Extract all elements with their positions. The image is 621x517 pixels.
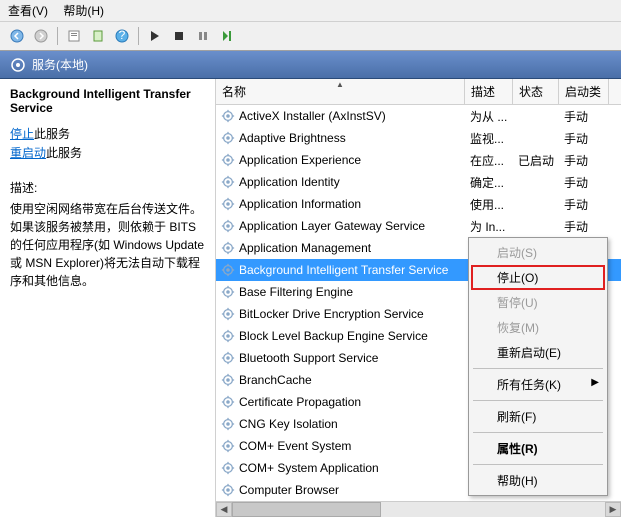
cell-name: Application Layer Gateway Service bbox=[216, 219, 465, 233]
header-bar: 服务(本地) bbox=[0, 51, 621, 79]
cell-name: Bluetooth Support Service bbox=[216, 351, 465, 365]
export-button[interactable] bbox=[87, 25, 109, 47]
service-row[interactable]: Application Layer Gateway Service为 In...… bbox=[216, 215, 621, 237]
stop-svc-button[interactable] bbox=[168, 25, 190, 47]
ctx-sep bbox=[473, 432, 603, 433]
ctx-sep bbox=[473, 368, 603, 369]
restart-svc-button[interactable] bbox=[216, 25, 238, 47]
cell-desc: 在应... bbox=[465, 152, 513, 169]
cell-startup: 手动 bbox=[559, 130, 609, 147]
menu-help[interactable]: 帮助(H) bbox=[63, 4, 104, 18]
ctx-sep bbox=[473, 464, 603, 465]
cell-name: COM+ System Application bbox=[216, 461, 465, 475]
back-button[interactable] bbox=[6, 25, 28, 47]
ctx-sep bbox=[473, 400, 603, 401]
ctx-restart[interactable]: 重新启动(E) bbox=[471, 340, 605, 365]
col-name[interactable]: 名称 bbox=[216, 79, 465, 104]
col-desc[interactable]: 描述 bbox=[465, 79, 513, 104]
header-title: 服务(本地) bbox=[32, 56, 88, 73]
pause-svc-button[interactable] bbox=[192, 25, 214, 47]
cell-startup: 手动 bbox=[559, 152, 609, 169]
cell-name: Base Filtering Engine bbox=[216, 285, 465, 299]
menu-view[interactable]: 查看(V) bbox=[8, 4, 48, 18]
cell-name: COM+ Event System bbox=[216, 439, 465, 453]
cell-name: Application Experience bbox=[216, 153, 465, 167]
column-headers: 名称 描述 状态 启动类 bbox=[216, 79, 621, 105]
cell-name: ActiveX Installer (AxInstSV) bbox=[216, 109, 465, 123]
separator bbox=[57, 27, 58, 45]
ctx-stop[interactable]: 停止(O) bbox=[471, 265, 605, 290]
forward-button[interactable] bbox=[30, 25, 52, 47]
restart-link[interactable]: 重启动 bbox=[10, 146, 46, 160]
cell-startup: 手动 bbox=[559, 174, 609, 191]
cell-name: Application Information bbox=[216, 197, 465, 211]
content-area: Background Intelligent Transfer Service … bbox=[0, 79, 621, 517]
service-title: Background Intelligent Transfer Service bbox=[10, 87, 205, 115]
desc-label: 描述: bbox=[10, 179, 205, 196]
scroll-left[interactable]: ◀ bbox=[216, 502, 232, 517]
cell-name: Certificate Propagation bbox=[216, 395, 465, 409]
cell-desc: 使用... bbox=[465, 196, 513, 213]
cell-desc: 监视... bbox=[465, 130, 513, 147]
cell-name: Computer Browser bbox=[216, 483, 465, 497]
submenu-arrow-icon: ▶ bbox=[591, 377, 599, 388]
ctx-help[interactable]: 帮助(H) bbox=[471, 468, 605, 493]
list-pane: 名称 描述 状态 启动类 ActiveX Installer (AxInstSV… bbox=[216, 79, 621, 517]
cell-desc: 为从 ... bbox=[465, 108, 513, 125]
stop-action: 停止此服务 bbox=[10, 125, 205, 142]
h-scrollbar[interactable]: ◀ ▶ bbox=[216, 501, 621, 517]
cell-name: CNG Key Isolation bbox=[216, 417, 465, 431]
context-menu: 启动(S) 停止(O) 暂停(U) 恢复(M) 重新启动(E) 所有任务(K)▶… bbox=[468, 237, 608, 496]
col-status[interactable]: 状态 bbox=[513, 79, 559, 104]
props-button[interactable] bbox=[63, 25, 85, 47]
cell-name: BitLocker Drive Encryption Service bbox=[216, 307, 465, 321]
cell-name: Block Level Backup Engine Service bbox=[216, 329, 465, 343]
cell-name: Background Intelligent Transfer Service bbox=[216, 263, 465, 277]
service-row[interactable]: Adaptive Brightness监视... 手动 bbox=[216, 127, 621, 149]
service-row[interactable]: Application Experience在应...已启动手动 bbox=[216, 149, 621, 171]
cell-desc: 为 In... bbox=[465, 218, 513, 235]
cell-desc: 确定... bbox=[465, 174, 513, 191]
stop-link[interactable]: 停止 bbox=[10, 127, 34, 141]
service-row[interactable]: Application Identity确定... 手动 bbox=[216, 171, 621, 193]
cell-status: 已启动 bbox=[513, 152, 559, 169]
scroll-thumb[interactable] bbox=[232, 502, 381, 517]
scroll-right[interactable]: ▶ bbox=[605, 502, 621, 517]
restart-action: 重启动此服务 bbox=[10, 144, 205, 161]
cell-startup: 手动 bbox=[559, 108, 609, 125]
start-svc-button[interactable] bbox=[144, 25, 166, 47]
separator bbox=[138, 27, 139, 45]
col-startup[interactable]: 启动类 bbox=[559, 79, 609, 104]
ctx-alltasks[interactable]: 所有任务(K)▶ bbox=[471, 372, 605, 397]
menu-bar: 查看(V) 帮助(H) bbox=[0, 0, 621, 21]
scroll-track[interactable] bbox=[232, 502, 605, 517]
help-button[interactable]: ? bbox=[111, 25, 133, 47]
service-row[interactable]: Application Information使用... 手动 bbox=[216, 193, 621, 215]
cell-name: Application Management bbox=[216, 241, 465, 255]
cell-startup: 手动 bbox=[559, 196, 609, 213]
cell-name: Application Identity bbox=[216, 175, 465, 189]
services-icon bbox=[10, 57, 26, 73]
ctx-resume: 恢复(M) bbox=[471, 315, 605, 340]
desc-text: 使用空闲网络带宽在后台传送文件。如果该服务被禁用，则依赖于 BITS 的任何应用… bbox=[10, 200, 205, 290]
toolbar: ? bbox=[0, 21, 621, 51]
service-row[interactable]: ActiveX Installer (AxInstSV)为从 ... 手动 bbox=[216, 105, 621, 127]
ctx-pause: 暂停(U) bbox=[471, 290, 605, 315]
cell-name: BranchCache bbox=[216, 373, 465, 387]
cell-startup: 手动 bbox=[559, 218, 609, 235]
ctx-refresh[interactable]: 刷新(F) bbox=[471, 404, 605, 429]
details-pane: Background Intelligent Transfer Service … bbox=[0, 79, 216, 517]
svg-text:?: ? bbox=[119, 29, 126, 42]
cell-name: Adaptive Brightness bbox=[216, 131, 465, 145]
ctx-start: 启动(S) bbox=[471, 240, 605, 265]
ctx-props[interactable]: 属性(R) bbox=[471, 436, 605, 461]
